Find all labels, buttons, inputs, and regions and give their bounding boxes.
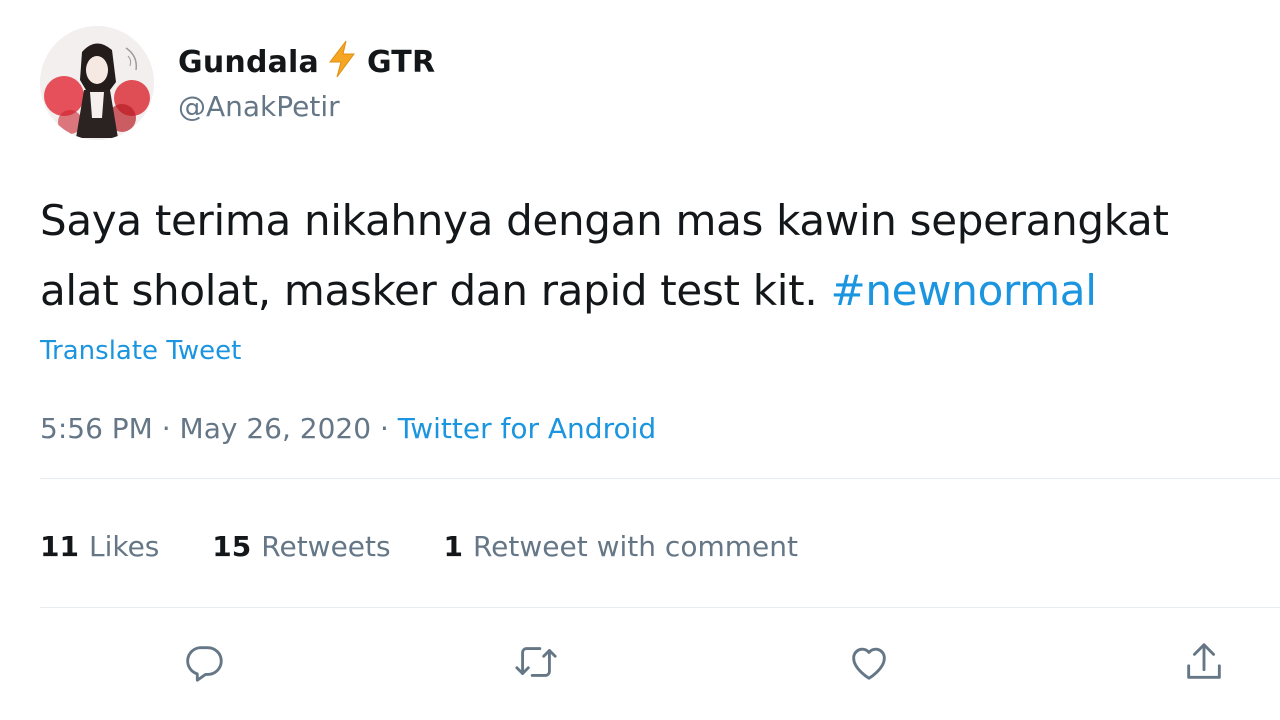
reply-button[interactable] [180, 640, 228, 688]
like-icon [846, 639, 892, 689]
avatar-illustration [40, 26, 154, 140]
meta-separator: · [379, 412, 389, 445]
tweet-source-link[interactable]: Twitter for Android [398, 412, 656, 445]
user-handle[interactable]: @AnakPetir [178, 90, 340, 123]
tweet-card: Gundala GTR @AnakPetir Saya terima nikahn… [0, 0, 1280, 720]
tweet-time[interactable]: 5:56 PM [40, 412, 153, 445]
tweet-date[interactable]: May 26, 2020 [180, 412, 371, 445]
hashtag-link[interactable]: #newnormal [830, 266, 1096, 315]
avatar[interactable] [40, 26, 154, 140]
retweet-icon [511, 639, 561, 689]
tweet-text-line-2: alat sholat, masker dan rapid test kit. … [40, 256, 1169, 326]
retweets-label: Retweets [261, 530, 391, 563]
tweet-text-line-2-body: alat sholat, masker dan rapid test kit. [40, 266, 818, 315]
share-icon [1181, 639, 1227, 689]
likes-stat[interactable]: 11 Likes [40, 530, 159, 563]
quotes-label: Retweet with comment [472, 530, 798, 563]
display-name[interactable]: Gundala GTR [178, 40, 435, 80]
display-name-first: Gundala [178, 45, 319, 80]
lightning-bolt-icon [327, 40, 357, 78]
reply-icon [181, 639, 227, 689]
tweet-text-line-1: Saya terima nikahnya dengan mas kawin se… [40, 196, 1169, 245]
like-button[interactable] [845, 640, 893, 688]
divider-bottom [40, 607, 1280, 608]
share-button[interactable] [1180, 640, 1228, 688]
tweet-text: Saya terima nikahnya dengan mas kawin se… [40, 186, 1169, 326]
divider-top [40, 478, 1280, 479]
likes-count: 11 [40, 530, 79, 563]
quotes-count: 1 [443, 530, 463, 563]
translate-tweet-link[interactable]: Translate Tweet [40, 336, 241, 366]
retweet-button[interactable] [512, 640, 560, 688]
likes-label: Likes [88, 530, 160, 563]
meta-separator: · [161, 412, 171, 445]
retweets-stat[interactable]: 15 Retweets [212, 530, 390, 563]
quote-tweets-stat[interactable]: 1 Retweet with comment [444, 530, 798, 563]
tweet-stats: 11 Likes 15 Retweets 1 Retweet with comment [40, 530, 842, 563]
tweet-meta: 5:56 PM · May 26, 2020 · Twitter for And… [40, 412, 656, 445]
retweets-count: 15 [212, 530, 252, 563]
display-name-last: GTR [367, 45, 436, 80]
